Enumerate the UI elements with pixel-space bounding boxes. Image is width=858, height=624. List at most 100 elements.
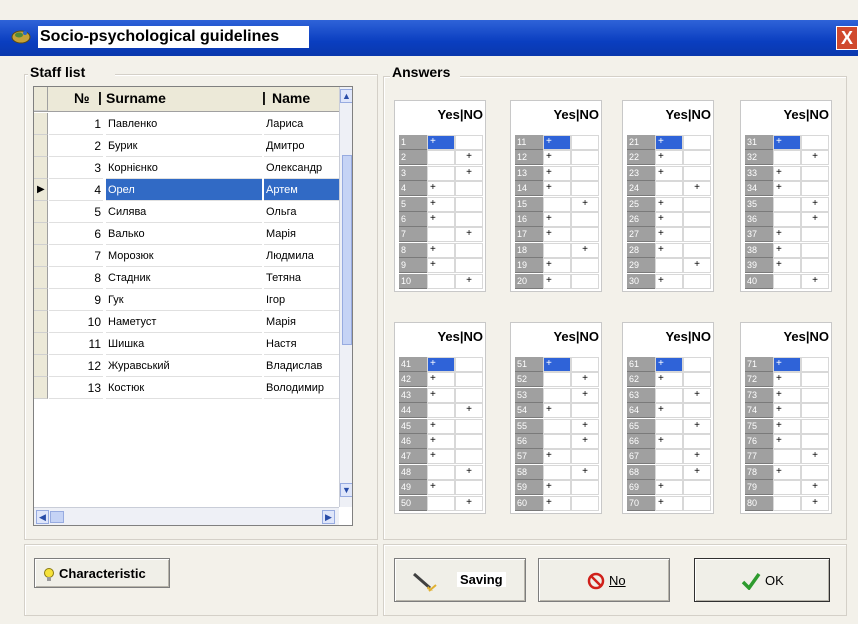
yes-cell[interactable] (773, 480, 801, 496)
yes-cell[interactable] (655, 258, 683, 274)
yes-cell[interactable]: + (655, 165, 683, 181)
yes-cell[interactable]: + (427, 181, 455, 197)
answer-row[interactable]: 29 + (627, 258, 711, 274)
scroll-left-icon[interactable]: ◀ (36, 510, 49, 524)
no-cell[interactable] (571, 357, 599, 372)
answer-row[interactable]: 63 + (627, 387, 711, 403)
yes-cell[interactable]: + (773, 418, 801, 434)
no-cell[interactable]: + (801, 150, 829, 166)
no-cell[interactable]: + (571, 418, 599, 434)
answer-row[interactable]: 56 + (515, 434, 599, 449)
yes-cell[interactable]: + (427, 242, 455, 258)
table-row[interactable]: 3 Корнієнко Олександр (34, 157, 340, 179)
no-cell[interactable] (801, 387, 829, 403)
row-surname[interactable]: Бурик (106, 135, 262, 157)
answer-row[interactable]: 62 + (627, 372, 711, 388)
answer-row[interactable]: 65 + (627, 418, 711, 434)
row-surname[interactable]: Гук (106, 289, 262, 311)
answer-row[interactable]: 24 + (627, 181, 711, 197)
row-name[interactable]: Настя (264, 333, 340, 355)
no-cell[interactable] (683, 495, 711, 511)
yes-cell[interactable]: + (427, 449, 455, 465)
yes-cell[interactable] (773, 449, 801, 465)
answer-row[interactable]: 70 + (627, 495, 711, 511)
horizontal-scrollbar[interactable]: ◀ ▶ (34, 507, 339, 525)
row-surname[interactable]: Журавський (106, 355, 262, 377)
yes-cell[interactable]: + (543, 480, 571, 496)
no-cell[interactable] (801, 165, 829, 181)
no-cell[interactable]: + (683, 464, 711, 480)
answer-row[interactable]: 10 + (399, 273, 483, 289)
yes-cell[interactable] (773, 212, 801, 227)
no-cell[interactable]: + (455, 495, 483, 511)
no-cell[interactable] (683, 357, 711, 372)
no-cell[interactable] (571, 135, 599, 150)
no-cell[interactable] (455, 387, 483, 403)
answer-row[interactable]: 22 + (627, 150, 711, 166)
answer-row[interactable]: 80 + (745, 495, 829, 511)
yes-cell[interactable]: + (543, 273, 571, 289)
yes-cell[interactable]: + (427, 357, 455, 372)
answer-row[interactable]: 16 + (515, 212, 599, 227)
no-cell[interactable]: + (801, 212, 829, 227)
no-cell[interactable]: + (683, 258, 711, 274)
no-cell[interactable]: + (571, 434, 599, 449)
yes-cell[interactable] (427, 464, 455, 480)
table-row[interactable]: 2 Бурик Дмитро (34, 135, 340, 157)
answer-row[interactable]: 51 + (515, 357, 599, 372)
no-cell[interactable]: + (571, 372, 599, 388)
yes-cell[interactable]: + (543, 403, 571, 419)
answer-row[interactable]: 5 + (399, 196, 483, 212)
yes-cell[interactable] (427, 403, 455, 419)
answer-row[interactable]: 78 + (745, 464, 829, 480)
no-cell[interactable] (455, 480, 483, 496)
no-cell[interactable] (455, 135, 483, 150)
answer-row[interactable]: 32 + (745, 150, 829, 166)
no-cell[interactable] (683, 242, 711, 258)
header-number[interactable]: № (74, 90, 90, 106)
table-row[interactable]: 13 Костюк Володимир (34, 377, 340, 399)
header-name[interactable]: Name (272, 90, 310, 106)
row-name[interactable]: Марія (264, 311, 340, 333)
yes-cell[interactable] (655, 181, 683, 197)
no-cell[interactable] (571, 258, 599, 274)
characteristic-button[interactable]: Characteristic (34, 558, 170, 588)
row-name[interactable]: Людмила (264, 245, 340, 267)
yes-cell[interactable]: + (655, 212, 683, 227)
answer-row[interactable]: 43 + (399, 387, 483, 403)
yes-cell[interactable]: + (543, 212, 571, 227)
answer-row[interactable]: 60 + (515, 495, 599, 511)
no-cell[interactable] (571, 181, 599, 197)
answer-row[interactable]: 40 + (745, 273, 829, 289)
answer-row[interactable]: 37 + (745, 227, 829, 243)
table-row[interactable]: 9 Гук Ігор (34, 289, 340, 311)
no-cell[interactable] (455, 418, 483, 434)
yes-cell[interactable] (543, 372, 571, 388)
no-cell[interactable] (683, 150, 711, 166)
no-cell[interactable]: + (801, 495, 829, 511)
yes-cell[interactable]: + (773, 227, 801, 243)
no-cell[interactable]: + (683, 418, 711, 434)
row-indicator[interactable] (34, 289, 48, 311)
yes-cell[interactable]: + (773, 387, 801, 403)
row-indicator[interactable] (34, 135, 48, 157)
no-cell[interactable] (801, 227, 829, 243)
no-cell[interactable]: + (571, 242, 599, 258)
answer-row[interactable]: 66 + (627, 434, 711, 449)
row-name[interactable]: Ігор (264, 289, 340, 311)
yes-cell[interactable]: + (655, 273, 683, 289)
no-cell[interactable] (801, 403, 829, 419)
yes-cell[interactable]: + (655, 227, 683, 243)
yes-cell[interactable]: + (427, 372, 455, 388)
row-indicator[interactable] (34, 377, 48, 399)
yes-cell[interactable] (543, 387, 571, 403)
row-indicator[interactable] (34, 113, 48, 135)
row-indicator[interactable] (34, 223, 48, 245)
row-name[interactable]: Ольга (264, 201, 340, 223)
answer-row[interactable]: 11 + (515, 135, 599, 150)
scroll-up-icon[interactable]: ▲ (340, 89, 352, 103)
yes-cell[interactable] (543, 242, 571, 258)
answer-row[interactable]: 48 + (399, 464, 483, 480)
yes-cell[interactable]: + (427, 135, 455, 150)
answer-row[interactable]: 42 + (399, 372, 483, 388)
